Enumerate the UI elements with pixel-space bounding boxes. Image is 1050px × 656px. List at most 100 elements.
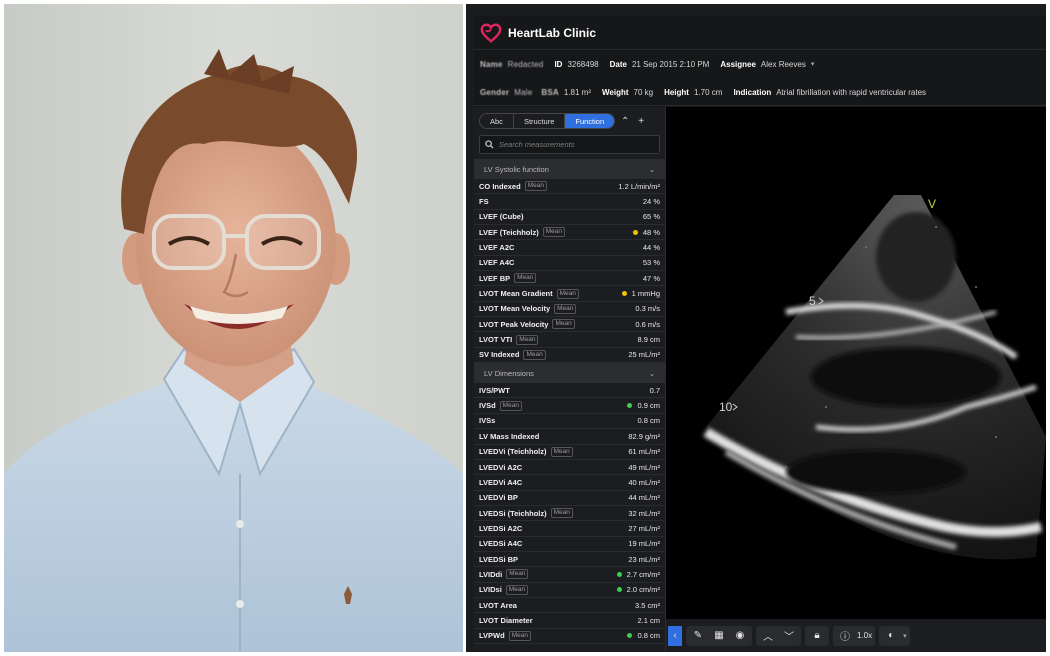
measurement-value: 25 mL/m² (628, 350, 660, 360)
measurement-row[interactable]: LVEDVi BP 44 mL/m² (474, 491, 665, 506)
status-dot-icon (627, 403, 633, 409)
measurement-row[interactable]: LVEF (Cube) 65 % (474, 210, 665, 226)
assignee-value: Alex Reeves (760, 59, 806, 69)
measurement-value-group: 49 mL/m² (628, 463, 660, 472)
section-title: LV Dimensions (484, 368, 534, 378)
measurement-value: 53 % (642, 258, 660, 268)
mean-tag: Mean (556, 288, 579, 299)
measurement-row[interactable]: CO Indexed Mean 1.2 L/min/m² (474, 179, 665, 195)
zoom-level: 1.0x (857, 631, 873, 640)
measurement-value-group: 0.6 m/s (635, 320, 660, 329)
measurement-row[interactable]: LVEDSi (Teichholz) Mean 32 mL/m² (474, 506, 665, 522)
measurement-row[interactable]: FS 24 % (474, 194, 665, 210)
zoom-control[interactable]: ⓘ 1.0x (833, 625, 876, 646)
collapse-panel-button[interactable]: ‹ (668, 625, 682, 646)
measurement-name-group: LVEF A4C (479, 258, 514, 267)
measurement-row[interactable]: LVOT Mean Velocity Mean 0.3 m/s (474, 302, 665, 318)
status-dot-icon (621, 291, 627, 297)
search-input[interactable] (499, 140, 649, 149)
depth-marker-5: 5 (809, 294, 816, 308)
measurement-row[interactable]: LVEF A4C 53 % (474, 256, 665, 272)
measurement-row[interactable]: LVEF (Teichholz) Mean 48 % (474, 225, 665, 241)
measurement-name: LVEDVi BP (479, 493, 518, 503)
mean-tag: Mean (523, 349, 546, 360)
measurement-name: SV Indexed (479, 350, 520, 360)
measurement-name-group: LVEF BP Mean (479, 273, 537, 284)
measurement-row[interactable]: IVSd Mean 0.9 cm (474, 398, 665, 414)
tab-abc[interactable]: Abc (480, 114, 514, 128)
measurement-value: 48 % (642, 227, 660, 237)
tab-structure[interactable]: Structure (514, 114, 566, 128)
indication-value: Atrial fibrillation with rapid ventricul… (776, 87, 927, 97)
tab-function[interactable]: Function (565, 114, 615, 128)
chevron-up-icon[interactable]: ︿ (759, 626, 777, 646)
calculator-icon[interactable]: ▦ (710, 626, 728, 646)
measurement-value: 8.9 cm (637, 335, 660, 345)
measurement-name: LVOT Area (479, 600, 517, 610)
measurement-row[interactable]: LVIDdi Mean 2.7 cm/m² (474, 567, 665, 583)
measurement-row[interactable]: LVEF BP Mean 47 % (474, 271, 665, 287)
panel-tabs: Abc Structure Function ⌃ + (474, 107, 665, 131)
measurement-name-group: CO Indexed Mean (479, 181, 547, 192)
measurement-name: LVIDdi (479, 569, 503, 579)
measurement-value: 2.1 cm (637, 615, 660, 625)
measurement-row[interactable]: LVOT Area 3.5 cm² (474, 598, 665, 614)
measurement-value-group: 1.2 L/min/m² (618, 182, 660, 191)
app-main: HeartLab Clinic Name Redacted ID 3268498… (474, 16, 1046, 652)
measurement-row[interactable]: LVEDVi A2C 49 mL/m² (474, 460, 665, 476)
measurement-value-group: 25 mL/m² (628, 350, 660, 359)
measurement-name: LVEDSi (Teichholz) (479, 508, 547, 518)
info-icon: ⓘ (840, 632, 850, 643)
measurement-row[interactable]: LVEDSi A2C 27 mL/m² (474, 521, 665, 537)
measurement-row[interactable]: LVOT Mean Gradient Mean 1 mmHg (474, 286, 665, 302)
measurement-value-group: 0.9 cm (627, 401, 660, 410)
echo-viewer[interactable]: 5 10 V (666, 107, 1046, 619)
lock-icon[interactable]: 🔒︎ (808, 626, 826, 646)
measurement-row[interactable]: LVEDSi A4C 19 mL/m² (474, 537, 665, 552)
tool-group-lock: 🔒︎ (805, 625, 829, 646)
measurement-row[interactable]: IVS/PWT 0.7 (474, 383, 665, 399)
gender-label: Gender (480, 87, 510, 97)
measurement-row[interactable]: LVOT Peak Velocity Mean 0.6 m/s (474, 317, 665, 333)
measurement-row[interactable]: LVIDsi Mean 2.0 cm/m² (474, 583, 665, 598)
measurement-row[interactable]: LV Mass Indexed 82.9 g/m² (474, 429, 665, 445)
assignee-dropdown[interactable]: Alex Reeves ▾ (761, 60, 814, 69)
measurement-row[interactable]: LVEF A2C 44 % (474, 240, 665, 256)
measurement-name: LVEDSi A4C (479, 539, 523, 549)
chevron-down-icon[interactable]: ﹀ (780, 626, 798, 646)
contrast-control[interactable]: ◐ ▾ (879, 625, 910, 646)
measurement-value-group: 23 mL/m² (628, 555, 660, 564)
measurement-row[interactable]: LVPWd Mean 0.8 cm (474, 629, 665, 644)
measurement-value-group: 40 mL/m² (628, 478, 660, 487)
section-header[interactable]: LV Dimensions ⌄ (474, 363, 665, 384)
weight-value: 70 kg (633, 87, 654, 97)
section-header[interactable]: LV Systolic function ⌄ (474, 159, 665, 179)
measurement-name-group: LVPWd Mean (479, 630, 531, 641)
ruler-icon[interactable]: ✎ (689, 626, 707, 646)
search-icon (485, 140, 494, 149)
measurement-row[interactable]: LVEDVi A4C 40 mL/m² (474, 475, 665, 491)
measurement-row[interactable]: LVOT Diameter 2.1 cm (474, 613, 665, 629)
eye-icon[interactable]: ◉ (731, 626, 749, 646)
collapse-all-icon[interactable]: ⌃ (619, 116, 631, 127)
measurement-row[interactable]: SV Indexed Mean 25 mL/m² (474, 348, 665, 364)
tool-group-frames: ︿ ﹀ (756, 625, 801, 646)
id-label: ID (554, 59, 563, 69)
measurement-sections: LV Systolic function ⌄ CO Indexed Mean 1.2 L… (474, 159, 665, 644)
measurement-name: LVEDVi A4C (479, 477, 523, 487)
measurement-value: 0.8 cm (637, 631, 660, 641)
measurement-value: 0.7 (649, 385, 660, 395)
measurement-row[interactable]: LVOT VTI Mean 8.9 cm (474, 332, 665, 348)
measurement-row[interactable]: LVEDSi BP 23 mL/m² (474, 552, 665, 568)
add-measurement-icon[interactable]: + (635, 116, 647, 127)
measurement-name-group: LVEF (Teichholz) Mean (479, 227, 565, 238)
measurement-name: LVOT Mean Velocity (479, 304, 551, 314)
mean-tag: Mean (505, 584, 529, 595)
chevron-down-icon: ⌄ (648, 164, 655, 174)
measurement-name-group: LV Mass Indexed (479, 432, 539, 441)
indication-label: Indication (733, 87, 772, 97)
measurement-row[interactable]: IVSs 0.8 cm (474, 414, 665, 430)
measurement-row[interactable]: LVEDVi (Teichholz) Mean 61 mL/m² (474, 445, 665, 460)
bsa-label: BSA (541, 87, 559, 97)
measurement-name: LVEDVi (Teichholz) (479, 447, 547, 457)
